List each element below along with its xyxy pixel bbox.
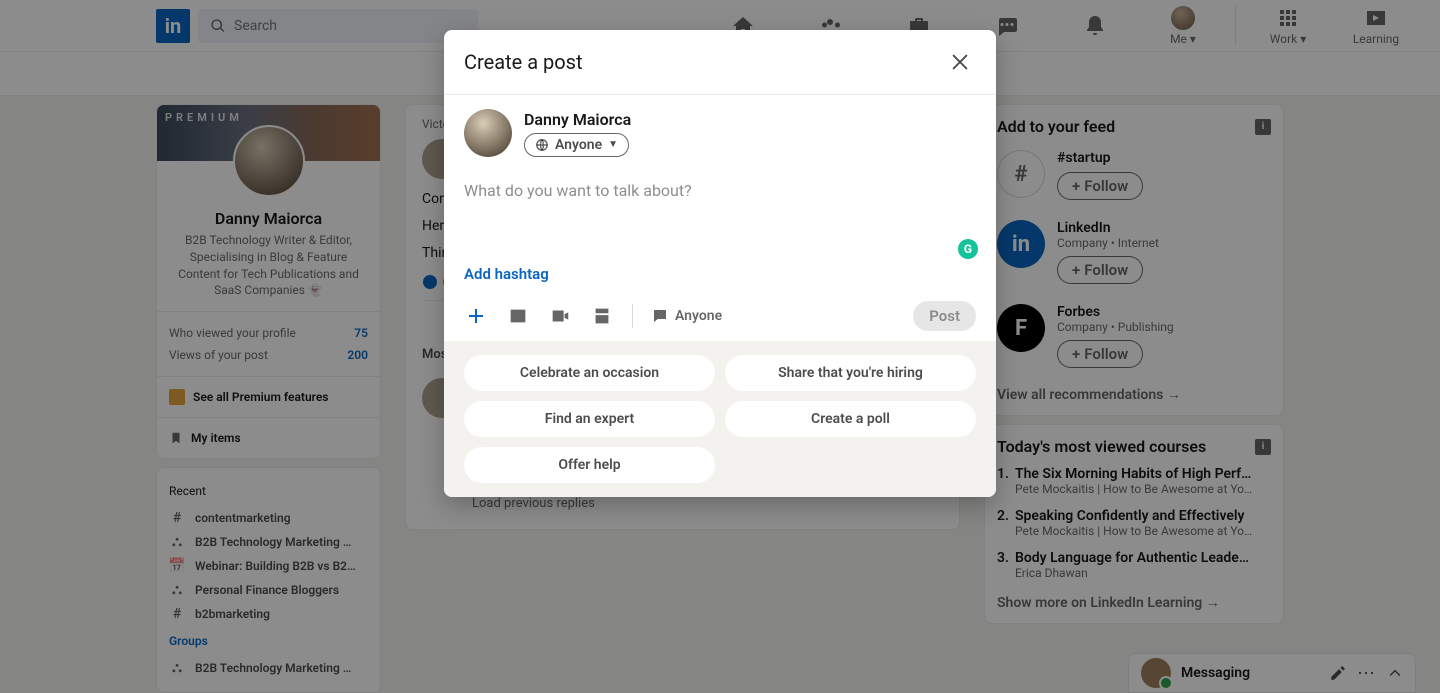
suggestion-poll[interactable]: Create a poll — [725, 401, 976, 437]
comment-visibility-label: Anyone — [675, 308, 722, 324]
caret-down-icon: ▼ — [608, 139, 618, 150]
add-photo-button[interactable] — [506, 304, 530, 328]
document-icon — [591, 305, 613, 327]
grammarly-icon[interactable]: G — [958, 239, 978, 259]
toolbar-divider — [632, 304, 633, 328]
close-icon — [949, 51, 971, 73]
add-document-button[interactable] — [590, 304, 614, 328]
suggestion-expert[interactable]: Find an expert — [464, 401, 715, 437]
modal-header: Create a post — [444, 30, 996, 95]
create-post-modal: Create a post Danny Maiorca Anyone ▼ Wha… — [444, 30, 996, 497]
visibility-selector[interactable]: Anyone ▼ — [524, 133, 629, 157]
modal-title: Create a post — [464, 50, 583, 74]
comment-icon — [651, 307, 669, 325]
add-media-button[interactable] — [464, 304, 488, 328]
suggestion-hiring[interactable]: Share that you're hiring — [725, 355, 976, 391]
photo-icon — [507, 305, 529, 327]
suggestion-celebrate[interactable]: Celebrate an occasion — [464, 355, 715, 391]
plus-icon — [464, 304, 488, 328]
add-hashtag-button[interactable]: Add hashtag — [444, 265, 996, 291]
suggestion-offer-help[interactable]: Offer help — [464, 447, 715, 483]
video-icon — [549, 305, 571, 327]
post-submit-button[interactable]: Post — [913, 301, 976, 331]
comment-visibility-button[interactable]: Anyone — [651, 307, 722, 325]
modal-toolbar: Anyone Post — [444, 291, 996, 341]
globe-icon — [535, 138, 549, 152]
modal-body: What do you want to talk about? G — [444, 157, 996, 265]
modal-user-name: Danny Maiorca — [524, 110, 631, 129]
post-suggestions: Celebrate an occasion Share that you're … — [444, 341, 996, 497]
post-editor[interactable]: What do you want to talk about? — [464, 165, 976, 265]
close-button[interactable] — [944, 46, 976, 78]
modal-user-row: Danny Maiorca Anyone ▼ — [444, 95, 996, 157]
modal-user-avatar — [464, 109, 512, 157]
visibility-label: Anyone — [555, 137, 602, 153]
add-video-button[interactable] — [548, 304, 572, 328]
